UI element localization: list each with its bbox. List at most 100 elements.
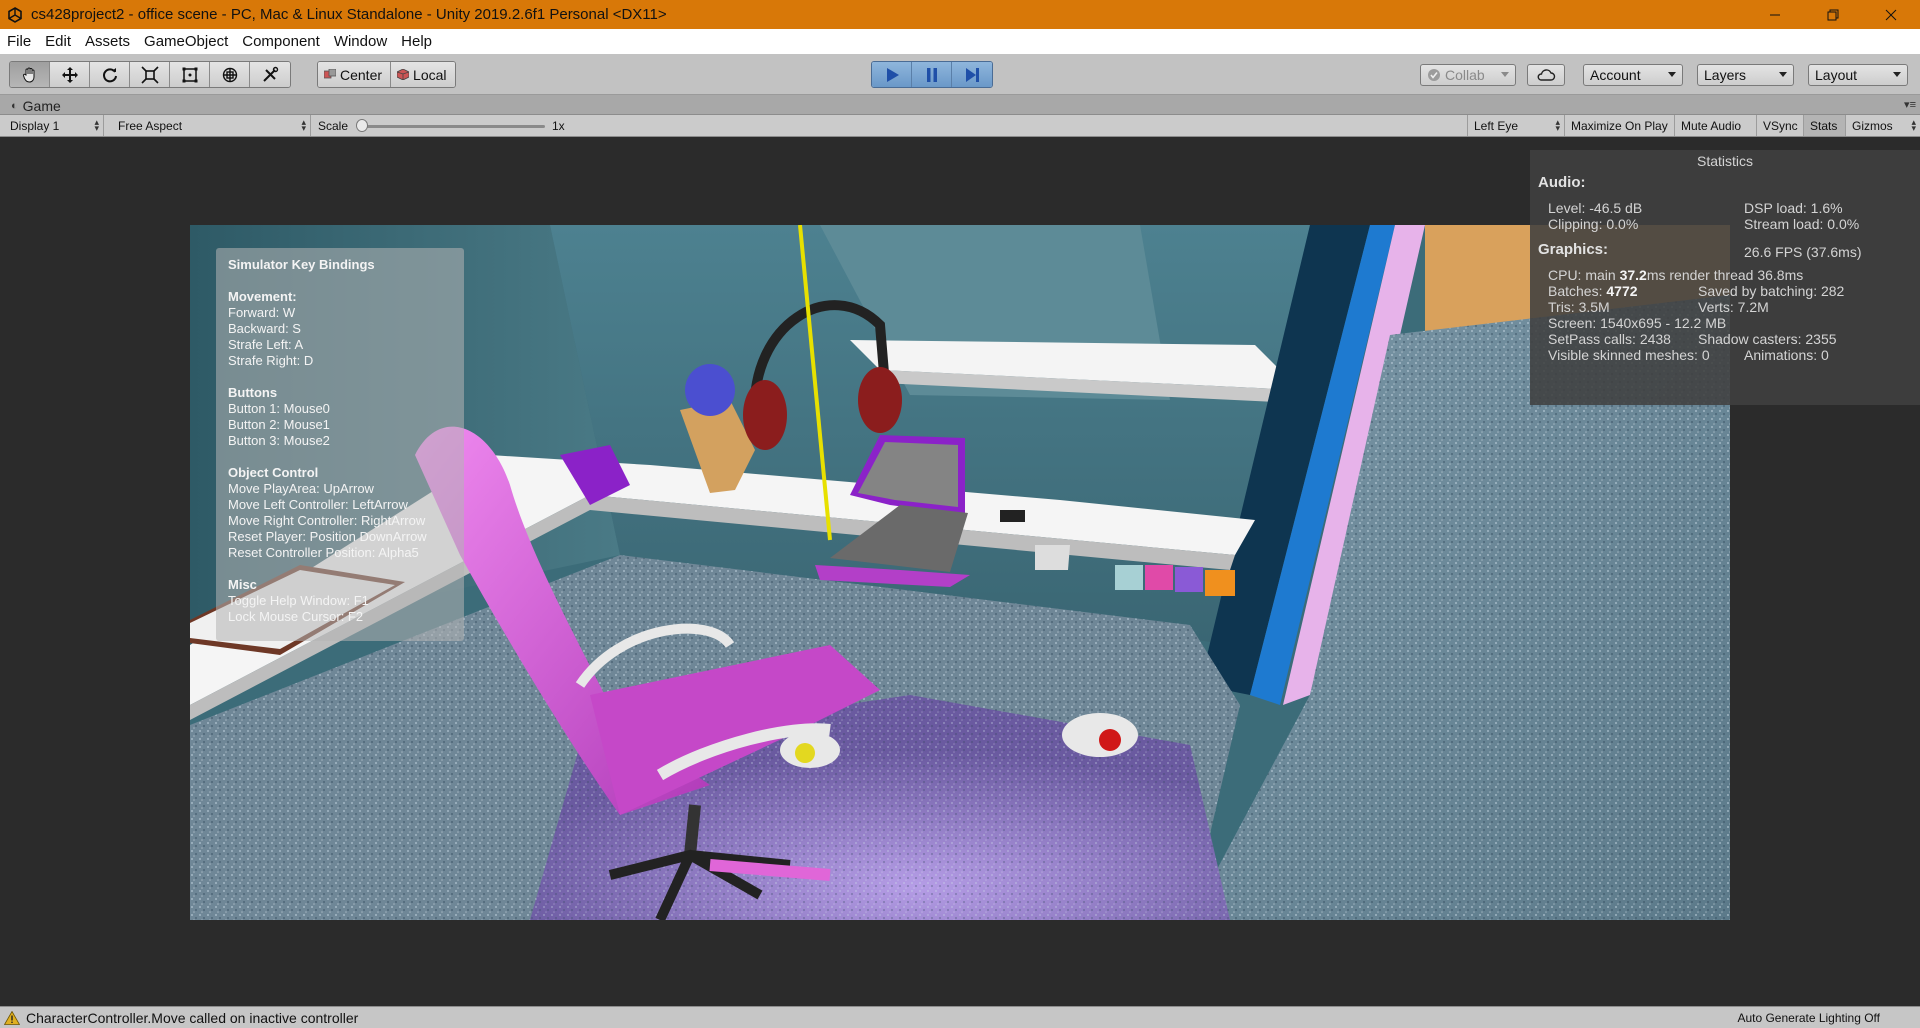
keybind-line: Strafe Left: A bbox=[228, 337, 304, 352]
chevron-down-icon bbox=[1501, 72, 1509, 77]
rotate-icon bbox=[102, 67, 117, 82]
section-heading: Movement: bbox=[228, 289, 297, 304]
eye-dropdown[interactable]: Left Eye ▴ ▾ bbox=[1467, 115, 1565, 136]
chevron-down-icon bbox=[1779, 72, 1787, 77]
pause-button[interactable] bbox=[912, 62, 952, 87]
menu-edit[interactable]: Edit bbox=[38, 33, 78, 50]
statistics-panel: Statistics Audio: Level: -46.5 dB DSP lo… bbox=[1530, 150, 1920, 405]
move-tool-button[interactable] bbox=[50, 62, 90, 87]
window-title: cs428project2 - office scene - PC, Mac &… bbox=[31, 6, 667, 23]
scale-icon bbox=[140, 65, 159, 84]
auto-lighting-status: Auto Generate Lighting Off bbox=[1737, 1010, 1880, 1025]
tab-menu-icon[interactable]: ▾≡ bbox=[1904, 98, 1916, 111]
cpu-readout: CPU: main 37.2ms render thread 36.8ms bbox=[1548, 267, 1803, 283]
menu-file[interactable]: File bbox=[0, 33, 38, 50]
vsync-label: VSync bbox=[1763, 118, 1798, 133]
updown-arrows-icon: ▴ ▾ bbox=[301, 117, 306, 133]
fps-readout: 26.6 FPS (37.6ms) bbox=[1744, 244, 1862, 260]
scale-slider-knob[interactable] bbox=[356, 119, 368, 132]
keybind-line: Reset Player: Position DownArrow bbox=[228, 529, 427, 544]
pivot-center-icon bbox=[324, 69, 336, 79]
keybind-section-buttons: Buttons Button 1: Mouse0 Button 2: Mouse… bbox=[228, 385, 452, 449]
main-toolbar: Center Local Collab Account Layers Layou… bbox=[0, 54, 1920, 95]
gamepad-icon: ◐ bbox=[11, 99, 18, 112]
layers-label: Layers bbox=[1704, 67, 1747, 83]
batches-value: 4772 bbox=[1606, 283, 1638, 299]
unity-editor-window: cs428project2 - office scene - PC, Mac &… bbox=[0, 0, 1920, 1028]
setpass-readout: SetPass calls: 2438 bbox=[1548, 331, 1671, 347]
hand-icon bbox=[22, 67, 34, 83]
rotate-tool-button[interactable] bbox=[90, 62, 130, 87]
restore-button[interactable] bbox=[1804, 0, 1862, 29]
scale-tool-button[interactable] bbox=[130, 62, 170, 87]
account-label: Account bbox=[1590, 67, 1641, 83]
rect-tool-button[interactable] bbox=[170, 62, 210, 87]
graphics-heading: Graphics: bbox=[1538, 241, 1609, 258]
keybind-line: Move Left Controller: LeftArrow bbox=[228, 497, 408, 512]
aspect-label: Free Aspect bbox=[118, 118, 183, 133]
keybind-section-object-control: Object Control Move PlayArea: UpArrow Mo… bbox=[228, 465, 452, 561]
scale-slider-track[interactable] bbox=[362, 125, 545, 128]
minimize-button[interactable] bbox=[1746, 0, 1804, 29]
chevron-down-icon bbox=[1893, 72, 1901, 77]
cpu-main-value: 37.2 bbox=[1619, 267, 1647, 283]
gizmos-label: Gizmos bbox=[1852, 118, 1893, 133]
pivot-local-button[interactable]: Local bbox=[391, 62, 455, 87]
verts-readout: Verts: 7.2M bbox=[1698, 299, 1769, 315]
account-dropdown[interactable]: Account bbox=[1583, 64, 1683, 86]
cloud-icon bbox=[1537, 69, 1556, 81]
status-message: CharacterController.Move called on inact… bbox=[26, 1009, 359, 1026]
mute-label: Mute Audio bbox=[1681, 118, 1742, 133]
keybind-line: Backward: S bbox=[228, 321, 301, 336]
keybind-line: Button 3: Mouse2 bbox=[228, 433, 330, 448]
section-heading: Buttons bbox=[228, 385, 278, 400]
tab-game[interactable]: ◐ Game bbox=[5, 96, 71, 115]
menu-help[interactable]: Help bbox=[394, 33, 439, 50]
keybind-line: Move Right Controller: RightArrow bbox=[228, 513, 426, 528]
check-icon bbox=[1428, 69, 1440, 81]
saved-by-batching: Saved by batching: 282 bbox=[1698, 283, 1845, 299]
hand-tool-button[interactable] bbox=[10, 62, 50, 87]
display-dropdown[interactable]: Display 1 ▴ ▾ bbox=[4, 115, 104, 136]
maximize-label: Maximize On Play bbox=[1571, 118, 1668, 133]
rect-icon bbox=[182, 67, 197, 82]
tris-readout: Tris: 3.5M bbox=[1548, 299, 1610, 315]
section-heading: Object Control bbox=[228, 465, 319, 480]
mute-audio-toggle[interactable]: Mute Audio bbox=[1675, 115, 1757, 136]
section-heading: Misc bbox=[228, 577, 257, 592]
maximize-on-play-toggle[interactable]: Maximize On Play bbox=[1565, 115, 1675, 136]
transform-tool-button[interactable] bbox=[210, 62, 250, 87]
stats-toggle[interactable]: Stats bbox=[1804, 115, 1846, 136]
menu-window[interactable]: Window bbox=[327, 33, 394, 50]
aspect-dropdown[interactable]: Free Aspect ▴ ▾ bbox=[112, 115, 311, 136]
cpu-suffix: ms render thread 36.8ms bbox=[1646, 267, 1804, 283]
layout-dropdown[interactable]: Layout bbox=[1808, 64, 1908, 86]
close-button[interactable] bbox=[1862, 0, 1920, 29]
play-button[interactable] bbox=[872, 62, 912, 87]
pivot-local-icon bbox=[397, 69, 410, 80]
updown-arrows-icon: ▴ ▾ bbox=[94, 117, 99, 133]
keybind-line: Reset Controller Position: Alpha5 bbox=[228, 545, 419, 560]
dsp-load: DSP load: 1.6% bbox=[1744, 200, 1843, 216]
menu-gameobject[interactable]: GameObject bbox=[137, 33, 235, 50]
menu-component[interactable]: Component bbox=[235, 33, 327, 50]
keybind-line: Lock Mouse Cursor: F2 bbox=[228, 609, 364, 624]
keybind-section-misc: Misc Toggle Help Window: F1 Lock Mouse C… bbox=[228, 577, 452, 625]
keybind-line: Strafe Right: D bbox=[228, 353, 314, 368]
vsync-toggle[interactable]: VSync bbox=[1757, 115, 1804, 136]
step-button[interactable] bbox=[952, 62, 992, 87]
batches-readout: Batches: 4772 bbox=[1548, 283, 1638, 299]
layers-dropdown[interactable]: Layers bbox=[1697, 64, 1794, 86]
scale-value: 1x bbox=[552, 119, 565, 133]
collab-dropdown[interactable]: Collab bbox=[1420, 64, 1516, 86]
pivot-center-button[interactable]: Center bbox=[318, 62, 392, 87]
scale-label: Scale bbox=[318, 119, 349, 133]
status-bar[interactable]: CharacterController.Move called on inact… bbox=[0, 1006, 1920, 1028]
gizmos-dropdown[interactable]: Gizmos ▴ ▾ bbox=[1846, 115, 1920, 136]
display-label: Display 1 bbox=[10, 118, 60, 133]
custom-tool-button[interactable] bbox=[250, 62, 290, 87]
cloud-button[interactable] bbox=[1527, 64, 1565, 86]
move-icon bbox=[61, 66, 78, 83]
cpu-prefix: CPU: main bbox=[1548, 267, 1620, 283]
menu-assets[interactable]: Assets bbox=[78, 33, 137, 50]
